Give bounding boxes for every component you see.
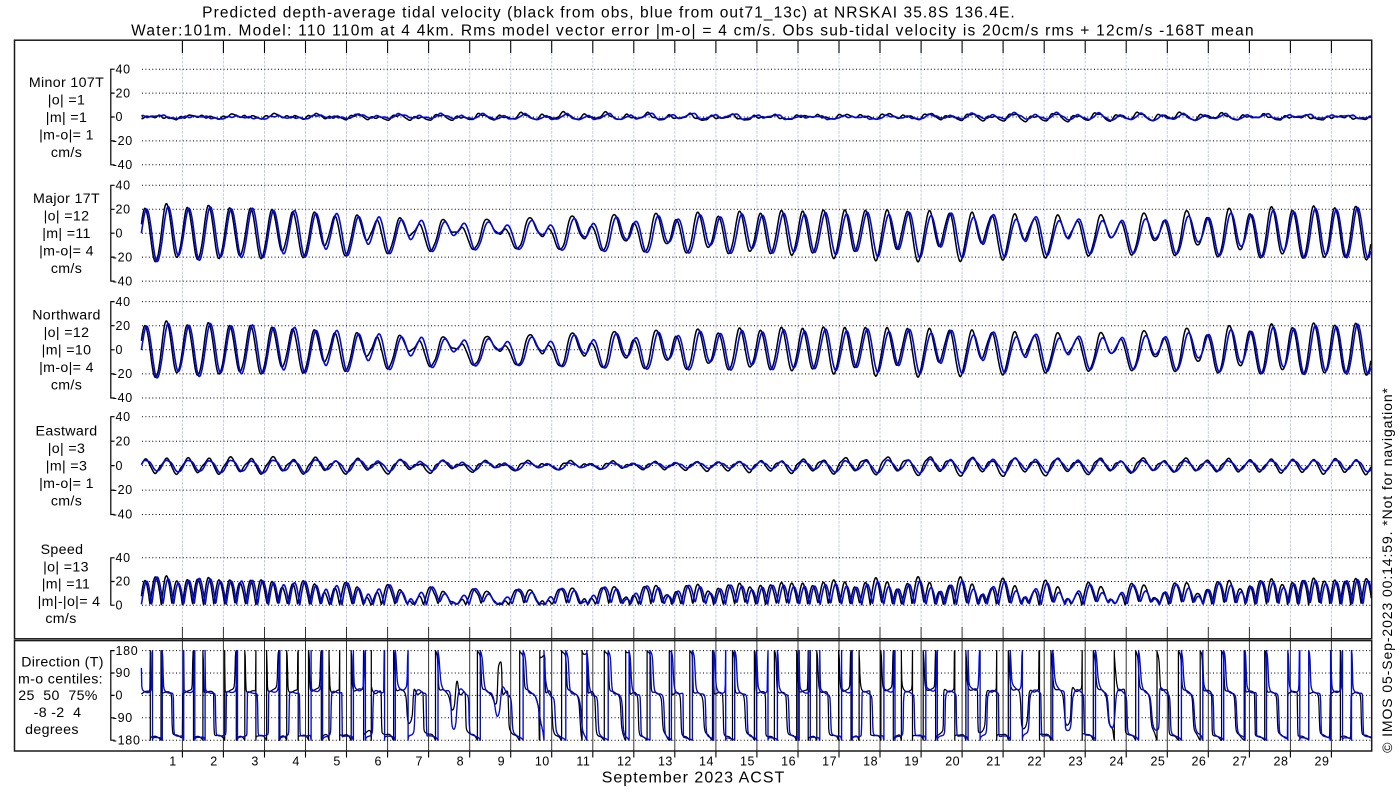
svg-text:Speed: Speed (41, 542, 84, 558)
svg-text:20: 20 (945, 755, 960, 769)
svg-text:40: 40 (116, 295, 131, 309)
svg-text:180: 180 (116, 644, 139, 658)
svg-text:|m-o|= 1: |m-o|= 1 (39, 127, 94, 143)
svg-text:0: 0 (116, 343, 124, 357)
svg-text:25 50 75%: 25 50 75% (18, 688, 98, 704)
svg-text:|o| =13: |o| =13 (43, 559, 89, 575)
svg-text:-40: -40 (113, 391, 133, 405)
svg-text:17: 17 (822, 755, 837, 769)
svg-text:10: 10 (535, 755, 550, 769)
svg-text:13: 13 (658, 755, 673, 769)
svg-text:-40: -40 (113, 508, 133, 522)
svg-text:|m| =3: |m| =3 (46, 458, 87, 474)
svg-text:16: 16 (781, 755, 796, 769)
svg-text:12: 12 (617, 755, 632, 769)
svg-text:4: 4 (292, 755, 299, 769)
svg-text:Northward: Northward (32, 308, 101, 324)
svg-text:Direction (T): Direction (T) (21, 655, 104, 671)
svg-text:20: 20 (116, 319, 131, 333)
svg-text:2: 2 (210, 755, 217, 769)
svg-text:0: 0 (116, 226, 124, 240)
svg-text:29: 29 (1315, 755, 1330, 769)
svg-text:18: 18 (863, 755, 878, 769)
svg-text:20: 20 (116, 434, 131, 448)
svg-text:|m-o|= 4: |m-o|= 4 (39, 360, 94, 376)
svg-text:cm/s: cm/s (51, 493, 82, 509)
svg-text:cm/s: cm/s (45, 611, 76, 627)
svg-text:40: 40 (116, 179, 131, 193)
svg-text:28: 28 (1274, 755, 1289, 769)
svg-text:0: 0 (116, 110, 124, 124)
svg-text:|o| =3: |o| =3 (48, 441, 85, 457)
svg-text:1: 1 (169, 755, 176, 769)
svg-text:3: 3 (251, 755, 258, 769)
svg-text:© IMOS 05-Sep-2023 00:14:59. *: © IMOS 05-Sep-2023 00:14:59. *Not for na… (1379, 387, 1395, 753)
svg-text:September 2023 ACST: September 2023 ACST (602, 769, 786, 786)
svg-text:7: 7 (415, 755, 422, 769)
svg-text:-180: -180 (113, 733, 141, 747)
svg-text:0: 0 (116, 689, 124, 703)
svg-text:21: 21 (986, 755, 1001, 769)
svg-text:|o| =12: |o| =12 (44, 209, 90, 225)
svg-text:22: 22 (1027, 755, 1042, 769)
svg-text:-20: -20 (113, 367, 133, 381)
svg-text:Predicted depth-average tidal: Predicted depth-average tidal velocity (… (202, 5, 1016, 22)
svg-text:27: 27 (1233, 755, 1248, 769)
svg-text:20: 20 (116, 203, 131, 217)
svg-text:8: 8 (457, 755, 464, 769)
svg-text:|m| =11: |m| =11 (42, 577, 91, 593)
svg-text:90: 90 (116, 666, 131, 680)
svg-text:40: 40 (116, 410, 131, 424)
svg-text:|m|-|o|= 4: |m|-|o|= 4 (38, 594, 101, 610)
svg-text:|m| =1: |m| =1 (46, 110, 87, 126)
svg-text:|o| =12: |o| =12 (44, 325, 90, 341)
svg-text:degrees: degrees (25, 722, 79, 738)
svg-text:-20: -20 (113, 250, 133, 264)
svg-text:cm/s: cm/s (51, 261, 82, 277)
svg-text:cm/s: cm/s (51, 378, 82, 394)
svg-text:-20: -20 (113, 134, 133, 148)
svg-text:15: 15 (740, 755, 755, 769)
svg-text:40: 40 (116, 62, 131, 76)
svg-text:Minor 107T: Minor 107T (29, 75, 104, 91)
svg-text:25: 25 (1150, 755, 1165, 769)
svg-text:|m| =10: |m| =10 (42, 343, 92, 359)
svg-text:11: 11 (576, 755, 590, 769)
svg-text:19: 19 (904, 755, 919, 769)
svg-text:23: 23 (1068, 755, 1083, 769)
svg-text:|m| =11: |m| =11 (42, 226, 91, 242)
svg-text:|m-o|= 4: |m-o|= 4 (39, 244, 94, 260)
svg-text:9: 9 (498, 755, 505, 769)
svg-text:-20: -20 (113, 483, 133, 497)
svg-text:20: 20 (116, 86, 131, 100)
svg-text:|o| =1: |o| =1 (48, 92, 85, 108)
svg-text:6: 6 (374, 755, 381, 769)
svg-text:5: 5 (333, 755, 340, 769)
svg-text:40: 40 (116, 551, 131, 565)
svg-text:cm/s: cm/s (51, 145, 82, 161)
svg-text:-40: -40 (113, 274, 133, 288)
svg-text:0: 0 (116, 459, 124, 473)
svg-text:14: 14 (699, 755, 714, 769)
svg-text:|m-o|= 1: |m-o|= 1 (39, 476, 94, 492)
svg-text:26: 26 (1191, 755, 1206, 769)
svg-text:-8 -2 4: -8 -2 4 (34, 705, 82, 721)
svg-text:Major 17T: Major 17T (33, 191, 100, 207)
svg-text:-40: -40 (113, 158, 133, 172)
svg-text:m-o centiles:: m-o centiles: (18, 671, 103, 687)
svg-text:24: 24 (1109, 755, 1124, 769)
svg-text:-90: -90 (113, 711, 133, 725)
svg-text:Eastward: Eastward (36, 423, 98, 439)
svg-text:0: 0 (116, 598, 124, 612)
svg-text:Water:101m. Model: 110 110m at: Water:101m. Model: 110 110m at 4 4km. Rm… (131, 23, 1255, 40)
svg-text:20: 20 (116, 575, 131, 589)
